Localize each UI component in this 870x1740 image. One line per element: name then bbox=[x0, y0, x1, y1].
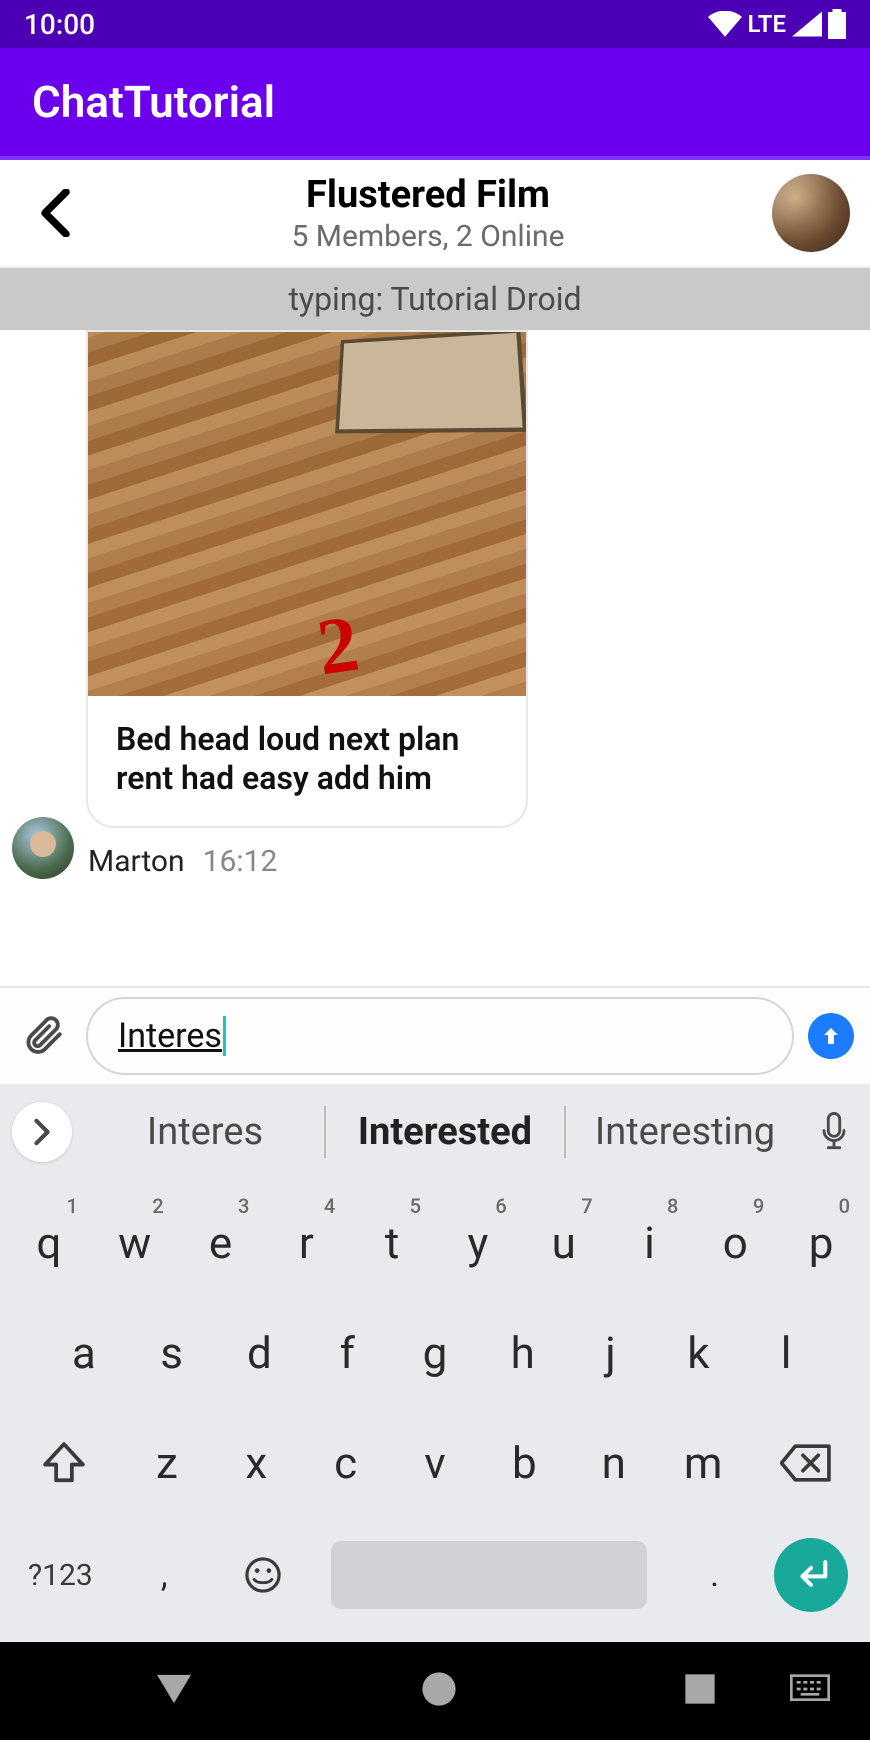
composer-bar: Interes bbox=[0, 986, 870, 1084]
keyboard-row-1: q1w2e3r4t5y6u7i8o9p0 bbox=[6, 1188, 864, 1298]
chat-title-block[interactable]: Flustered Film 5 Members, 2 Online bbox=[84, 173, 772, 254]
key-y[interactable]: y6 bbox=[435, 1188, 521, 1298]
key-q[interactable]: q1 bbox=[6, 1188, 92, 1298]
triangle-down-icon bbox=[154, 1672, 194, 1706]
keyboard-suggestion-bar: Interes Interested Interesting bbox=[0, 1084, 870, 1180]
suggestion-3[interactable]: Interesting bbox=[566, 1110, 804, 1154]
message-bubble[interactable]: Bed head loud next plan rent had easy ad… bbox=[86, 330, 528, 828]
status-indicators: LTE bbox=[708, 9, 846, 39]
typing-indicator: typing: Tutorial Droid bbox=[0, 268, 870, 330]
network-label: LTE bbox=[748, 10, 786, 38]
voice-input-button[interactable] bbox=[804, 1112, 864, 1152]
system-nav-bar bbox=[0, 1642, 870, 1740]
message-input[interactable]: Interes bbox=[86, 997, 794, 1075]
keyboard: q1w2e3r4t5y6u7i8o9p0 asdfghjkl zxcvbnm ?… bbox=[0, 1180, 870, 1642]
chevron-left-icon bbox=[36, 189, 72, 237]
text-cursor bbox=[223, 1016, 226, 1056]
app-bar: ChatTutorial bbox=[0, 48, 870, 160]
key-i[interactable]: i8 bbox=[607, 1188, 693, 1298]
emoji-key[interactable] bbox=[214, 1556, 313, 1594]
suggestion-2[interactable]: Interested bbox=[326, 1110, 564, 1154]
square-icon bbox=[684, 1673, 716, 1705]
message-image[interactable] bbox=[88, 332, 526, 696]
nav-recents-button[interactable] bbox=[684, 1673, 716, 1709]
key-e[interactable]: e3 bbox=[178, 1188, 264, 1298]
message-sender: Marton bbox=[88, 844, 185, 879]
suggestion-1[interactable]: Interes bbox=[86, 1110, 324, 1154]
signal-icon bbox=[792, 11, 822, 37]
key-c[interactable]: c bbox=[301, 1408, 390, 1518]
period-key[interactable]: . bbox=[665, 1555, 764, 1595]
key-z[interactable]: z bbox=[122, 1408, 211, 1518]
chat-header: Flustered Film 5 Members, 2 Online bbox=[0, 160, 870, 268]
chat-title: Flustered Film bbox=[84, 173, 772, 217]
send-button[interactable] bbox=[808, 1013, 854, 1059]
key-m[interactable]: m bbox=[658, 1408, 747, 1518]
key-o[interactable]: o9 bbox=[692, 1188, 778, 1298]
chat-subtitle: 5 Members, 2 Online bbox=[84, 219, 772, 254]
chevron-right-icon bbox=[30, 1118, 54, 1146]
message-list[interactable]: Bed head loud next plan rent had easy ad… bbox=[0, 330, 870, 986]
symbols-key[interactable]: ?123 bbox=[6, 1558, 115, 1593]
key-v[interactable]: v bbox=[390, 1408, 479, 1518]
keyboard-row-2: asdfghjkl bbox=[6, 1298, 864, 1408]
shift-key[interactable] bbox=[6, 1408, 122, 1518]
keyboard-row-3: zxcvbnm bbox=[6, 1408, 864, 1518]
nav-keyboard-switch-button[interactable] bbox=[790, 1674, 830, 1708]
app-title: ChatTutorial bbox=[32, 76, 275, 128]
microphone-icon bbox=[819, 1112, 849, 1152]
key-p[interactable]: p0 bbox=[778, 1188, 864, 1298]
key-b[interactable]: b bbox=[480, 1408, 569, 1518]
keyboard-icon bbox=[790, 1674, 830, 1704]
shift-icon bbox=[42, 1441, 86, 1485]
input-value: Interes bbox=[118, 1016, 222, 1056]
enter-key[interactable] bbox=[774, 1538, 848, 1612]
battery-icon bbox=[828, 9, 846, 39]
emoji-icon bbox=[244, 1556, 282, 1594]
key-s[interactable]: s bbox=[128, 1298, 216, 1408]
attachment-button[interactable] bbox=[16, 1015, 72, 1057]
wifi-icon bbox=[708, 11, 742, 37]
spacebar-key[interactable] bbox=[331, 1541, 648, 1609]
key-f[interactable]: f bbox=[303, 1298, 391, 1408]
message-time: 16:12 bbox=[203, 844, 278, 879]
paperclip-icon bbox=[23, 1015, 65, 1057]
key-x[interactable]: x bbox=[212, 1408, 301, 1518]
message-meta: Marton 16:12 bbox=[88, 844, 277, 879]
key-d[interactable]: d bbox=[216, 1298, 304, 1408]
arrow-up-icon bbox=[819, 1024, 843, 1048]
back-button[interactable] bbox=[24, 183, 84, 243]
message-text: Bed head loud next plan rent had easy ad… bbox=[88, 696, 526, 826]
key-g[interactable]: g bbox=[391, 1298, 479, 1408]
key-r[interactable]: r4 bbox=[263, 1188, 349, 1298]
enter-icon bbox=[791, 1558, 831, 1592]
key-h[interactable]: h bbox=[479, 1298, 567, 1408]
key-u[interactable]: u7 bbox=[521, 1188, 607, 1298]
message-row: Bed head loud next plan rent had easy ad… bbox=[12, 330, 858, 879]
key-j[interactable]: j bbox=[567, 1298, 655, 1408]
circle-icon bbox=[421, 1671, 457, 1707]
key-k[interactable]: k bbox=[654, 1298, 742, 1408]
channel-avatar[interactable] bbox=[772, 174, 850, 252]
status-time: 10:00 bbox=[24, 8, 95, 41]
key-w[interactable]: w2 bbox=[92, 1188, 178, 1298]
status-bar: 10:00 LTE bbox=[0, 0, 870, 48]
keyboard-row-4: ?123 , . bbox=[6, 1518, 864, 1632]
key-l[interactable]: l bbox=[742, 1298, 830, 1408]
comma-key[interactable]: , bbox=[115, 1555, 214, 1595]
backspace-icon bbox=[780, 1443, 832, 1483]
key-t[interactable]: t5 bbox=[349, 1188, 435, 1298]
key-a[interactable]: a bbox=[40, 1298, 128, 1408]
nav-home-button[interactable] bbox=[421, 1671, 457, 1711]
sender-avatar[interactable] bbox=[12, 817, 74, 879]
expand-suggestions-button[interactable] bbox=[12, 1102, 72, 1162]
key-n[interactable]: n bbox=[569, 1408, 658, 1518]
backspace-key[interactable] bbox=[748, 1408, 864, 1518]
typing-label: typing: Tutorial Droid bbox=[288, 280, 581, 318]
nav-back-button[interactable] bbox=[154, 1672, 194, 1710]
